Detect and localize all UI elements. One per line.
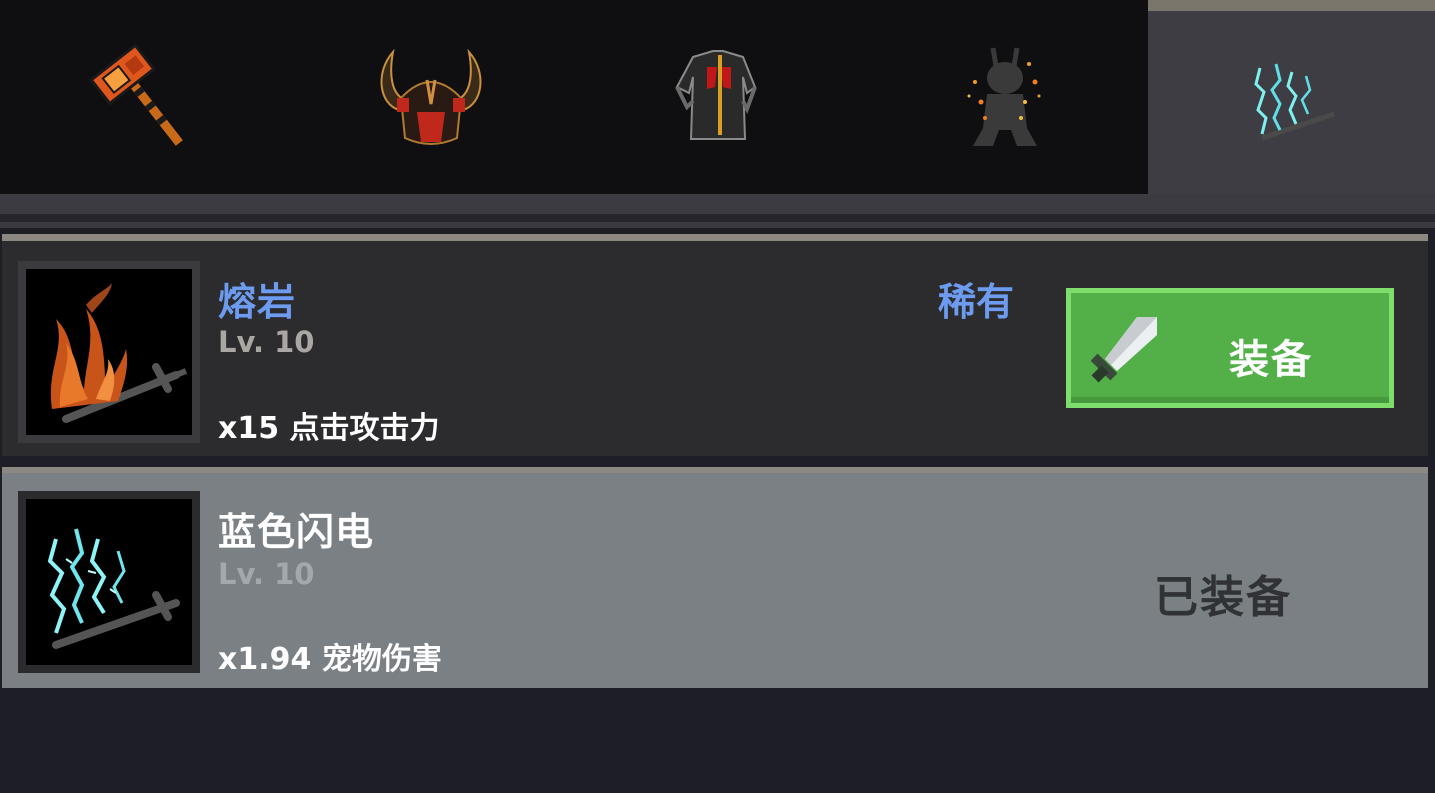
list-item[interactable]: 蓝色闪电 Lv. 10 x1.94 宠物伤害 已装备: [2, 467, 1428, 688]
lava-sword-icon: [50, 283, 188, 423]
blue-lightning-icon: [1253, 63, 1335, 140]
equipped-status: 已装备: [1154, 572, 1292, 623]
list-item[interactable]: 熔岩 Lv. 10 x15 点击攻击力 稀有 装备: [2, 234, 1428, 456]
divider: [0, 194, 1435, 214]
item-name: 蓝色闪电: [218, 510, 375, 554]
item-thumbnail: [18, 491, 200, 673]
item-stat: x15 点击攻击力: [218, 411, 440, 446]
rarity-label: 稀有: [938, 280, 1015, 324]
equipment-screen: 熔岩 Lv. 10 x15 点击攻击力 稀有 装备 蓝色闪电 Lv. 10 x1…: [0, 0, 1435, 793]
tab-pet[interactable]: [861, 0, 1148, 194]
item-thumbnail: [18, 261, 200, 443]
item-level: Lv. 10: [218, 325, 315, 359]
tab-armor[interactable]: [574, 0, 861, 194]
divider: [0, 222, 1435, 228]
item-level: Lv. 10: [218, 557, 315, 591]
item-stat: x1.94 宠物伤害: [218, 642, 442, 677]
hammer-icon: [88, 43, 183, 146]
horned-helmet-icon: [380, 48, 481, 145]
armor-icon: [674, 50, 757, 140]
category-tab-bar: [0, 0, 1435, 194]
tab-hammer[interactable]: [0, 0, 287, 194]
tab-lightning[interactable]: [1148, 0, 1435, 194]
sword-icon: [1091, 317, 1157, 383]
tab-helmet[interactable]: [287, 0, 574, 194]
equip-button[interactable]: 装备: [1066, 288, 1394, 408]
item-name: 熔岩: [218, 280, 297, 324]
divider: [0, 214, 1435, 222]
fire-pet-icon: [967, 47, 1040, 146]
lightning-sword-icon: [47, 528, 180, 649]
equip-button-label: 装备: [1229, 337, 1313, 383]
